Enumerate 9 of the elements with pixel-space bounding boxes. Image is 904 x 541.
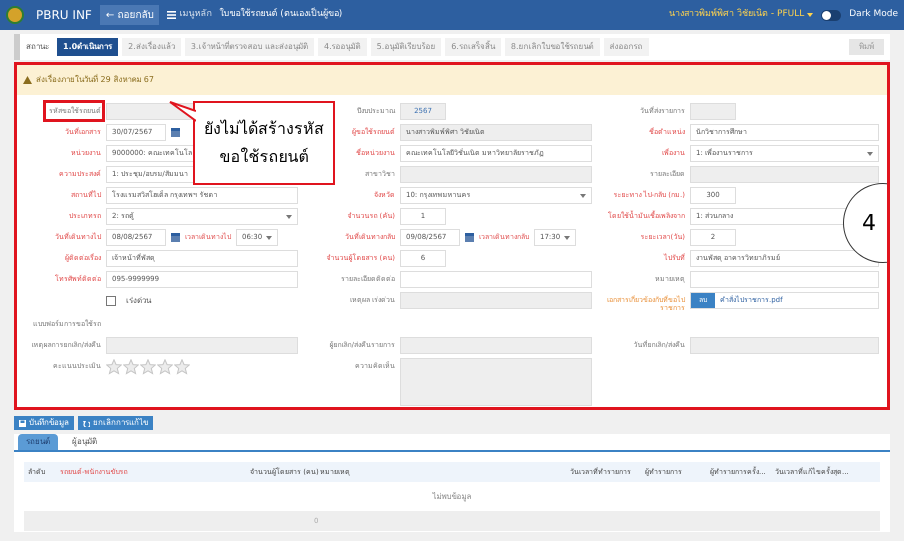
checkbox-label: เร่งด่วน [126, 294, 151, 306]
empty-message: ไม่พบข้อมูล [432, 490, 472, 502]
dark-mode-label: Dark Mode [849, 8, 898, 22]
status-label: สถานะ [26, 41, 49, 53]
callout-text: ยังไม่ได้สร้างรหัส [204, 119, 324, 139]
callout-text: ขอใช้รถยนต์ [220, 147, 308, 167]
alert-text: ส่งเรื่องภายในวันที่ 29 สิงหาคม 67 [36, 74, 154, 86]
page-title: ใบขอใช้รถยนต์ (ตนเองเป็นผู้ขอ) [219, 8, 342, 22]
app-name: PBRU INF [36, 7, 92, 24]
